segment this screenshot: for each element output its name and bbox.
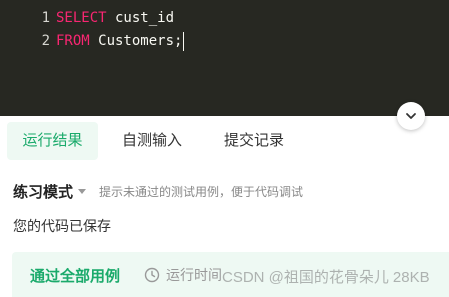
memory-value: 28KB xyxy=(392,269,430,286)
sql-keyword: SELECT xyxy=(56,10,107,26)
watermark: CSDN @祖国的花骨朵儿 28KB xyxy=(222,266,430,287)
run-time: 运行时间 xyxy=(144,265,222,285)
sql-keyword: FROM xyxy=(56,33,90,49)
practice-mode-hint: 提示未通过的测试用例，便于代码调试 xyxy=(99,184,304,199)
tab-run-result[interactable]: 运行结果 xyxy=(7,122,98,160)
save-status: 您的代码已保存 xyxy=(13,218,111,234)
watermark-text: CSDN @祖国的花骨朵儿 xyxy=(222,269,389,286)
code-editor[interactable]: 1 SELECT cust_id 2 FROM Customers; xyxy=(0,0,449,116)
code-text: cust_id xyxy=(106,10,175,26)
line-number: 2 xyxy=(41,33,50,49)
code-text: Customers; xyxy=(89,33,183,49)
clock-icon xyxy=(144,267,160,283)
caret-down-icon[interactable] xyxy=(77,186,87,196)
code-line[interactable]: 2 FROM Customers; xyxy=(0,30,185,52)
code-line[interactable]: 1 SELECT cust_id xyxy=(0,7,174,29)
tab-submission-history[interactable]: 提交记录 xyxy=(224,122,284,160)
collapse-button[interactable] xyxy=(397,102,425,130)
run-time-label: 运行时间 xyxy=(166,267,222,283)
practice-mode-row: 练习模式 提示未通过的测试用例，便于代码调试 xyxy=(13,180,303,202)
result-tabs: 运行结果 自测输入 提交记录 xyxy=(0,120,449,162)
tab-self-test-input[interactable]: 自测输入 xyxy=(122,122,182,160)
pass-all-label: 通过全部用例 xyxy=(30,268,121,285)
practice-mode-dropdown[interactable]: 练习模式 xyxy=(13,181,73,202)
chevron-down-icon xyxy=(406,113,416,119)
line-number: 1 xyxy=(41,10,50,26)
text-cursor xyxy=(183,31,185,51)
